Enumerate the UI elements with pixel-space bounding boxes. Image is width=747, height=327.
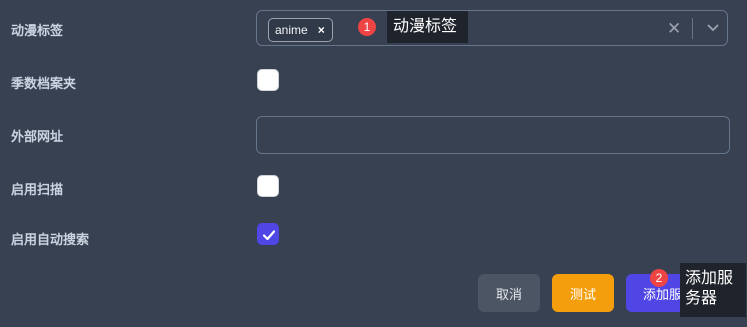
- annotation-badge-1: 1: [358, 18, 376, 36]
- tag-chip-anime: anime ×: [268, 18, 333, 42]
- chevron-down-icon[interactable]: [705, 19, 721, 35]
- anime-tags-label: 动漫标签: [11, 23, 64, 38]
- clear-icon[interactable]: ✕: [667, 19, 681, 39]
- enable-auto-search-checkbox[interactable]: [257, 223, 279, 245]
- enable-auto-search-label: 启用自动搜索: [11, 232, 90, 247]
- season-folder-label: 季数档案夹: [11, 76, 77, 91]
- tag-remove-icon[interactable]: ×: [318, 23, 325, 37]
- annotation-badge-2: 2: [650, 269, 668, 287]
- anime-tags-select[interactable]: anime × ✕: [256, 10, 728, 46]
- select-divider: [692, 18, 693, 39]
- enable-scan-label: 启用扫描: [11, 182, 64, 197]
- annotation-tooltip-2-line2: 务器: [685, 290, 718, 307]
- test-button[interactable]: 测试: [552, 274, 614, 312]
- tag-chip-label: anime: [275, 23, 308, 37]
- annotation-tooltip-1: 动漫标签: [387, 11, 468, 43]
- check-icon: [262, 230, 276, 241]
- enable-scan-checkbox[interactable]: [257, 175, 279, 197]
- external-url-input[interactable]: [256, 116, 730, 154]
- annotation-tooltip-2-line1: 添加服: [685, 270, 734, 287]
- season-folder-checkbox[interactable]: [257, 69, 279, 91]
- external-url-label: 外部网址: [11, 129, 64, 144]
- cancel-button[interactable]: 取消: [478, 274, 540, 312]
- annotation-tooltip-2: 添加服 务器: [680, 263, 746, 317]
